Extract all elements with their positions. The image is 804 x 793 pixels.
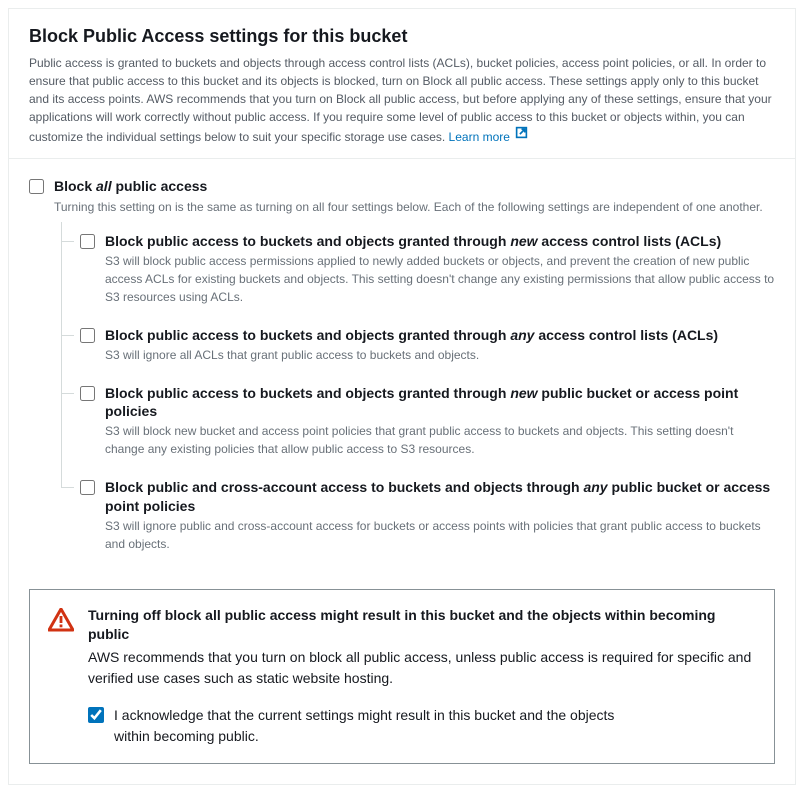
- block-all-label-post: public access: [112, 178, 208, 194]
- block-all-sub: Turning this setting on is the same as t…: [54, 198, 775, 216]
- panel-title: Block Public Access settings for this bu…: [29, 25, 775, 48]
- sub-option-list: Block public access to buckets and objec…: [61, 222, 775, 563]
- learn-more-link[interactable]: Learn more: [449, 130, 529, 144]
- block-all-checkbox[interactable]: [29, 179, 44, 194]
- sub-option-new-acl-checkbox[interactable]: [80, 234, 95, 249]
- sub-option-any-policy: Block public and cross-account access to…: [62, 468, 775, 562]
- panel-body: Block all public access Turning this set…: [9, 159, 795, 784]
- block-all-label-pre: Block: [54, 178, 96, 194]
- block-all-option: Block all public access Turning this set…: [29, 177, 775, 562]
- sub-option-any-policy-sub: S3 will ignore public and cross-account …: [105, 517, 775, 553]
- block-all-content: Block all public access Turning this set…: [54, 177, 775, 562]
- sub-option-new-acl-label: Block public access to buckets and objec…: [105, 232, 775, 250]
- acknowledge-label: I acknowledge that the current settings …: [114, 705, 634, 747]
- sub-option-any-policy-checkbox[interactable]: [80, 480, 95, 495]
- alert-title: Turning off block all public access migh…: [88, 606, 756, 645]
- block-all-label: Block all public access: [54, 177, 775, 195]
- external-link-icon: [515, 126, 528, 144]
- block-all-label-em: all: [96, 178, 112, 194]
- sub-option-new-policy-checkbox[interactable]: [80, 386, 95, 401]
- learn-more-label: Learn more: [449, 130, 510, 144]
- acknowledge-row: I acknowledge that the current settings …: [88, 705, 756, 747]
- sub-option-any-policy-label: Block public and cross-account access to…: [105, 478, 775, 514]
- sub-option-new-acl: Block public access to buckets and objec…: [62, 222, 775, 316]
- panel-description: Public access is granted to buckets and …: [29, 54, 775, 146]
- sub-option-any-acl: Block public access to buckets and objec…: [62, 316, 775, 374]
- warning-icon: [48, 608, 74, 637]
- block-public-access-panel: Block Public Access settings for this bu…: [8, 8, 796, 785]
- sub-option-any-acl-label: Block public access to buckets and objec…: [105, 326, 775, 344]
- alert-content: Turning off block all public access migh…: [88, 606, 756, 747]
- panel-description-text: Public access is granted to buckets and …: [29, 56, 772, 144]
- panel-header: Block Public Access settings for this bu…: [9, 9, 795, 159]
- sub-option-new-acl-sub: S3 will block public access permissions …: [105, 252, 775, 306]
- sub-option-new-policy-label: Block public access to buckets and objec…: [105, 384, 775, 420]
- warning-alert: Turning off block all public access migh…: [29, 589, 775, 764]
- sub-option-any-acl-checkbox[interactable]: [80, 328, 95, 343]
- sub-option-new-policy: Block public access to buckets and objec…: [62, 374, 775, 468]
- sub-option-new-policy-sub: S3 will block new bucket and access poin…: [105, 422, 775, 458]
- acknowledge-checkbox[interactable]: [88, 707, 104, 723]
- alert-text: AWS recommends that you turn on block al…: [88, 647, 756, 689]
- sub-option-any-acl-sub: S3 will ignore all ACLs that grant publi…: [105, 346, 775, 364]
